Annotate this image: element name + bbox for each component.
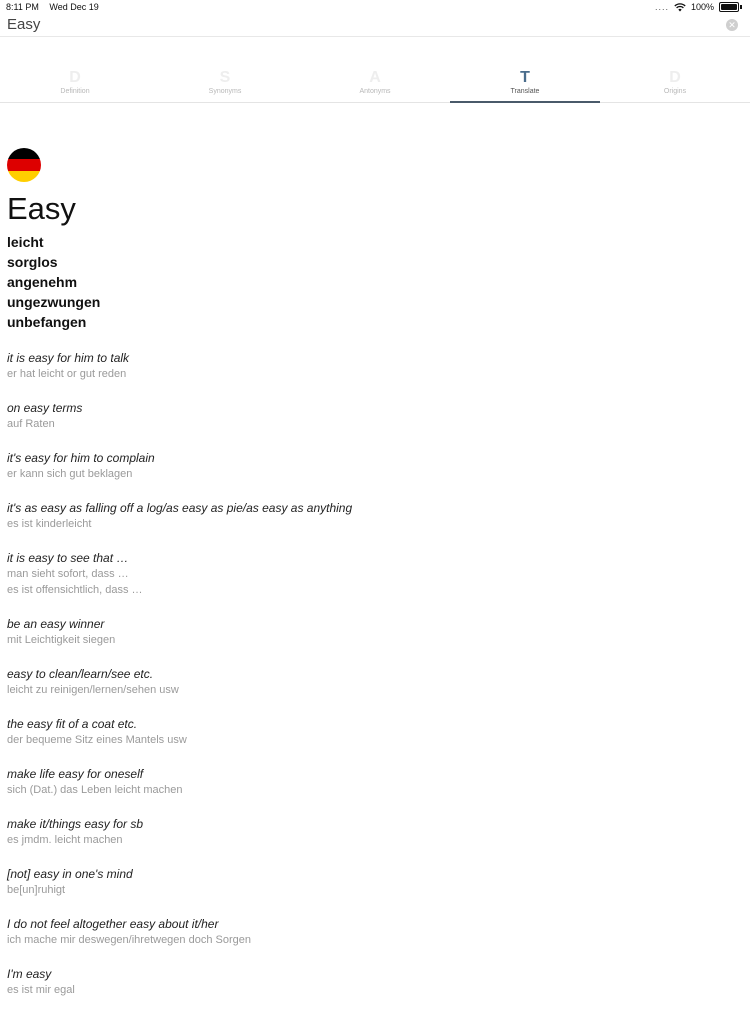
example-phrase: [not] easy in one's mind [7,867,133,881]
translation-item: sorglos [7,254,58,270]
example-phrase: I do not feel altogether easy about it/h… [7,917,219,931]
germany-flag-icon [7,148,41,182]
status-time: 8:11 PM [6,2,39,12]
tab-label: Definition [60,88,90,95]
example-translation: er kann sich gut beklagen [7,468,133,480]
tab-origins[interactable]: D Origins [600,66,750,102]
example-item: [not] easy in one's mind be[un]ruhigt [7,866,727,916]
battery-icon [719,2,739,12]
signal-icon: .... [654,2,669,12]
example-phrase: it's easy for him to complain [7,451,155,465]
clear-icon[interactable]: ✕ [726,19,738,31]
example-item: be an easy winner mit Leichtigkeit siege… [7,616,727,666]
definition-icon: D [69,69,81,86]
example-item: it's easy for him to complain er kann si… [7,450,727,500]
example-item: easy to clean/learn/see etc. leicht zu r… [7,666,727,716]
search-input[interactable]: Easy [7,16,40,33]
origins-icon: D [669,69,681,86]
example-phrase: it's as easy as falling off a log/as eas… [7,501,353,515]
translation-list: leicht sorglos angenehm ungezwungen unbe… [7,232,727,332]
battery-percent: 100% [690,2,714,12]
example-item: the easy fit of a coat etc. der bequeme … [7,716,727,766]
example-translation: ich mache mir deswegen/ihretwegen doch S… [7,934,251,946]
example-item: it is easy for him to talk er hat leicht… [7,350,727,400]
translation-item: angenehm [7,274,78,290]
example-translation: leicht zu reinigen/lernen/sehen usw [7,684,179,696]
example-translation: mit Leichtigkeit siegen [7,634,116,646]
status-bar: 8:11 PM Wed Dec 19 .... 100% [0,0,750,14]
status-date: Wed Dec 19 [49,2,99,12]
translation-item: unbefangen [7,314,87,330]
example-item: it is easy to see that … man sieht sofor… [7,550,727,616]
example-translation: es ist mir egal [7,984,75,996]
status-right: .... 100% [655,2,742,12]
tab-bar: D Definition S Synonyms A Antonyms T Tra… [0,66,750,103]
example-item: it's as easy as falling off a log/as eas… [7,500,727,550]
antonyms-icon: A [369,69,381,86]
example-item: make it/things easy for sb es jmdm. leic… [7,816,727,866]
tab-label: Translate [510,88,540,95]
example-translation: be[un]ruhigt [7,884,66,896]
tab-label: Origins [663,88,687,95]
example-phrase: make life easy for oneself [7,767,144,781]
example-item: I do not feel altogether easy about it/h… [7,916,727,966]
example-phrase: make it/things easy for sb [7,817,144,831]
status-left: 8:11 PM Wed Dec 19 [6,2,107,12]
example-list: it is easy for him to talk er hat leicht… [7,350,727,1016]
wifi-icon [674,2,686,11]
example-translation: es jmdm. leicht machen [7,834,123,846]
example-item: on easy terms auf Raten [7,400,727,450]
tab-translate[interactable]: T Translate [450,66,600,103]
tab-label: Synonyms [208,88,242,95]
example-phrase: easy to clean/learn/see etc. [7,667,154,681]
example-phrase: on easy terms [7,401,83,415]
translation-item: ungezwungen [7,294,101,310]
example-translation: sich (Dat.) das Leben leicht machen [7,784,183,796]
translate-icon: T [520,69,530,86]
battery-tip [740,5,742,9]
example-phrase: be an easy winner [7,617,105,631]
example-phrase: the easy fit of a coat etc. [7,717,138,731]
example-translation: er hat leicht or gut reden [7,368,127,380]
example-item: I'm easy es ist mir egal [7,966,727,1016]
example-phrase: I'm easy [7,967,52,981]
tab-definition[interactable]: D Definition [0,66,150,102]
example-translation: es ist kinderleicht [7,518,92,530]
tab-antonyms[interactable]: A Antonyms [300,66,450,102]
example-phrase: it is easy to see that … [7,551,129,565]
example-translation: auf Raten [7,418,55,430]
synonyms-icon: S [219,69,231,86]
headword: Easy [7,191,76,226]
tab-label: Antonyms [359,88,391,95]
example-translation: man sieht sofort, dass … [7,568,129,580]
example-translation: der bequeme Sitz eines Mantels usw [7,734,187,746]
example-translation: es ist offensichtlich, dass … [7,584,143,596]
example-item: make life easy for oneself sich (Dat.) d… [7,766,727,816]
search-bar[interactable]: Easy ✕ [0,14,750,37]
translation-item: leicht [7,234,44,250]
tab-synonyms[interactable]: S Synonyms [150,66,300,102]
example-phrase: it is easy for him to talk [7,351,130,365]
translation-content: Easy leicht sorglos angenehm ungezwungen… [7,148,727,1016]
